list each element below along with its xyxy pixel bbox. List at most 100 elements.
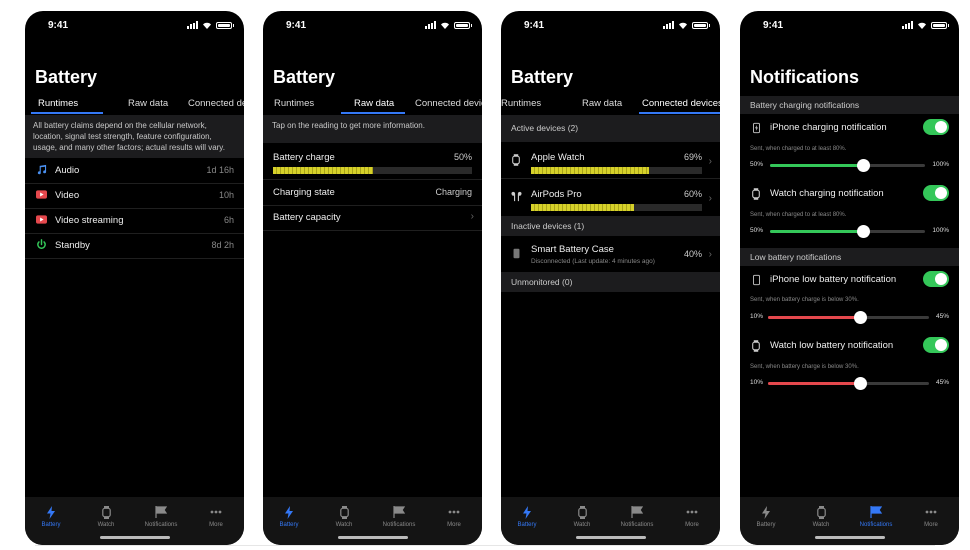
runtime-label: Video [55,190,80,201]
slider-thumb[interactable] [853,311,867,324]
runtime-row-audio[interactable]: Audio 1d 16h [25,158,244,184]
slider-thumb[interactable] [853,377,867,390]
tabbar-watch[interactable]: Watch [86,505,126,528]
tabbar-more[interactable]: More [672,505,712,528]
tab-connected-devices[interactable]: Connected devices [642,98,720,109]
tabbar-battery[interactable]: Battery [507,505,547,528]
device-charge-bar [531,167,702,174]
charging-state-row[interactable]: Charging state Charging [263,180,482,206]
info-banner: Tap on the reading to get more informati… [263,115,482,143]
status-time: 9:41 [48,20,69,31]
tab-bar: Battery Watch Notifications More [740,497,959,545]
tabbar-battery[interactable]: Battery [746,505,786,528]
divider-line [35,545,935,546]
notification-toggle[interactable] [923,119,949,135]
device-status-subtitle: Disconnected (Last update: 4 minutes ago… [531,258,655,265]
tab-connected-devices[interactable]: Connected devices [415,98,482,109]
chevron-right-icon: › [708,249,712,260]
notification-iphone-low-battery: iPhone low battery notification Sent, wh… [740,266,959,332]
runtime-row-video-streaming[interactable]: Video streaming 6h [25,208,244,234]
watch-icon [752,340,760,352]
phone-raw-data: 9:41 Battery Runtimes Raw data Connected… [263,11,482,545]
status-bar: 9:41 [740,11,959,39]
slider-min-label: 10% [750,379,764,386]
slider-min-label: 50% [750,227,764,234]
segment-tabs: Runtimes Raw data Connected devices [501,96,720,114]
threshold-slider[interactable] [770,159,925,172]
unmonitored-header: Unmonitored (0) [501,272,720,292]
device-row-airpods-pro[interactable]: AirPods Pro 60% › [501,178,720,217]
device-row-apple-watch[interactable]: Apple Watch 69% › [501,142,720,179]
tabbar-more[interactable]: More [911,505,951,528]
inactive-devices-header: Inactive devices (1) [501,216,720,236]
status-time: 9:41 [763,20,784,31]
tab-connected-devices[interactable]: Connected devices [188,98,244,109]
tabbar-battery[interactable]: Battery [269,505,309,528]
tabbar-battery[interactable]: Battery [31,505,71,528]
slider-max-label: 45% [935,313,949,320]
slider-min-label: 10% [750,313,764,320]
tab-raw-data[interactable]: Raw data [582,98,622,109]
slider-thumb[interactable] [857,225,870,238]
home-indicator [99,536,170,539]
notification-iphone-charging: iPhone charging notification Sent, when … [740,114,959,180]
runtime-label: Audio [55,165,80,176]
battery-charge-bar [273,167,472,174]
runtime-label: Video streaming [55,215,124,226]
segment-tabs: Runtimes Raw data Connected devices [25,96,244,114]
bolt-icon [31,505,71,519]
battery-case-icon [513,248,520,259]
tab-raw-data[interactable]: Raw data [354,98,394,109]
threshold-slider[interactable] [768,377,929,390]
tabbar-watch[interactable]: Watch [801,505,841,528]
bolt-icon [269,505,309,519]
device-charge: 60% [683,189,702,199]
info-banner: All battery claims depend on the cellula… [25,115,244,158]
device-name: Smart Battery Case [531,244,614,255]
runtime-row-video[interactable]: Video 10h [25,183,244,209]
notification-watch-low-battery: Watch low battery notification Sent, whe… [740,332,959,402]
tabbar-watch[interactable]: Watch [324,505,364,528]
home-indicator [814,536,885,539]
notification-toggle[interactable] [923,185,949,201]
slider-fill [770,164,863,167]
more-dots-icon [196,505,236,519]
device-row-smart-battery-case[interactable]: Smart Battery Case Disconnected (Last up… [501,236,720,273]
tab-runtimes[interactable]: Runtimes [274,98,314,109]
watch-icon [562,505,602,519]
runtime-row-standby[interactable]: Standby 8d 2h [25,233,244,259]
more-dots-icon [911,505,951,519]
notification-toggle[interactable] [923,271,949,287]
tabbar-watch[interactable]: Watch [562,505,602,528]
tabbar-notifications[interactable]: Notifications [617,505,657,528]
threshold-slider[interactable] [770,225,925,238]
airpods-icon [511,191,522,202]
tab-runtimes[interactable]: Runtimes [501,98,541,109]
notification-toggle[interactable] [923,337,949,353]
slider-thumb[interactable] [857,159,870,172]
chevron-right-icon: › [708,156,712,167]
flag-icon [379,505,419,519]
tabbar-notifications[interactable]: Notifications [141,505,181,528]
tabbar-notifications[interactable]: Notifications [856,505,896,528]
tabbar-more[interactable]: More [434,505,474,528]
tab-raw-data[interactable]: Raw data [128,98,168,109]
tabbar-notifications[interactable]: Notifications [379,505,419,528]
device-name: AirPods Pro [531,189,582,200]
iphone-bolt-icon [753,122,760,134]
battery-status-icon [216,21,234,29]
battery-charge-row[interactable]: Battery charge 50% [263,143,482,180]
tabbar-more[interactable]: More [196,505,236,528]
battery-capacity-row[interactable]: Battery capacity › [263,205,482,231]
cellular-signal-icon [663,21,674,29]
cellular-signal-icon [902,21,913,29]
flag-icon [856,505,896,519]
page-title: Notifications [750,67,860,87]
battery-charge-value: 50% [453,152,472,162]
threshold-slider[interactable] [768,311,929,324]
cellular-signal-icon [187,21,198,29]
watch-icon [86,505,126,519]
battery-status-icon [454,21,472,29]
charging-notifications-header: Battery charging notifications [740,96,959,114]
tab-runtimes[interactable]: Runtimes [38,98,78,109]
